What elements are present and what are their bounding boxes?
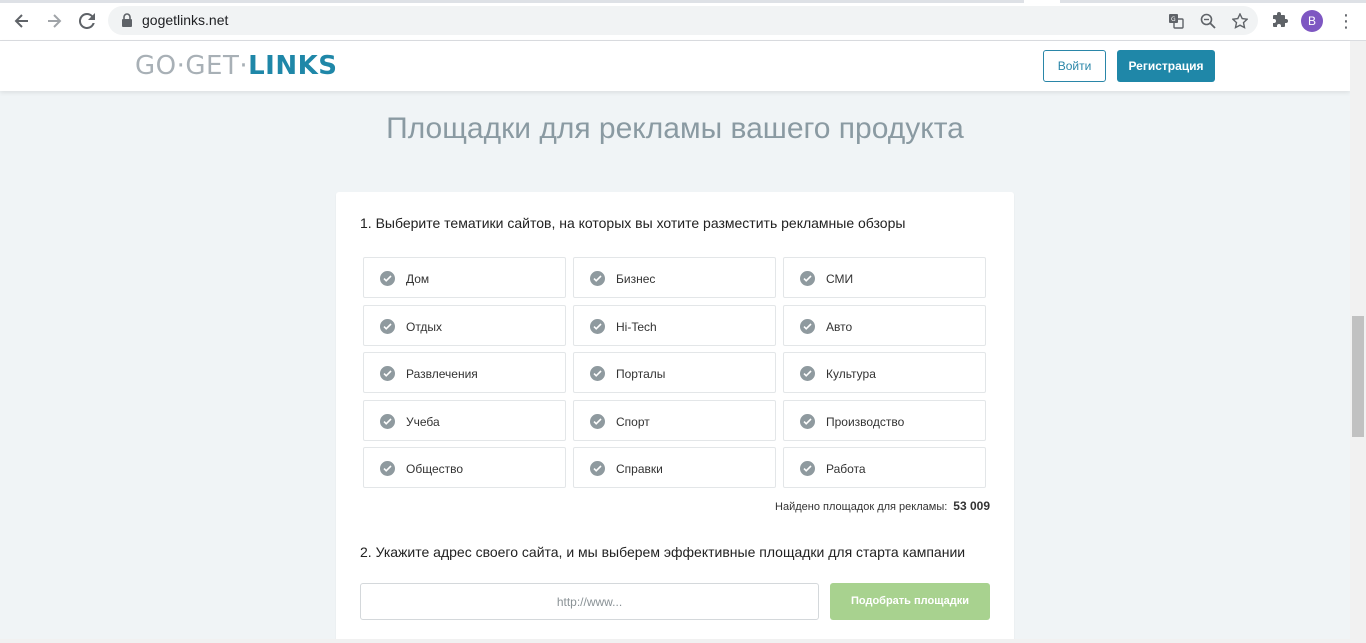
checkmark-icon [380, 366, 395, 381]
checkmark-icon [590, 318, 605, 334]
checkmark-icon [380, 318, 395, 334]
bottom-edge [0, 639, 1366, 643]
extensions-puzzle-icon[interactable] [1271, 11, 1289, 29]
topic-label: СМИ [826, 272, 854, 286]
lock-icon [122, 13, 132, 27]
scrollbar-thumb[interactable] [1352, 316, 1364, 437]
site-url-input[interactable] [360, 583, 819, 620]
topic-option[interactable]: Авто [783, 304, 986, 346]
topic-option[interactable]: Порталы [573, 352, 776, 393]
topic-label: Отдых [406, 319, 443, 334]
address-bar[interactable]: gogetlinks.net G [108, 6, 1258, 35]
topic-label: Hi-Tech [616, 319, 657, 334]
back-icon[interactable] [10, 9, 34, 33]
topic-option[interactable]: СМИ [783, 257, 986, 298]
topic-option[interactable]: Hi-Tech [573, 304, 776, 346]
step2-title: 2. Укажите адрес своего сайта, и мы выбе… [360, 544, 966, 560]
bookmark-star-icon[interactable] [1231, 12, 1249, 29]
topic-label: Развлечения [406, 367, 478, 381]
logo-text-bold: LINKS [248, 51, 338, 81]
browser-toolbar: gogetlinks.net G B ⋮ [0, 0, 1366, 41]
topic-label: Справки [616, 462, 663, 476]
forward-icon[interactable] [42, 9, 66, 33]
topic-label: Общество [406, 462, 464, 476]
topic-label: Учеба [406, 414, 440, 429]
topic-label: Бизнес [616, 272, 656, 286]
found-count: 53 009 [953, 499, 990, 513]
topic-option[interactable]: Дом [363, 257, 566, 298]
selection-card: 1. Выберите тематики сайтов, на которых … [336, 192, 1014, 643]
profile-avatar[interactable]: B [1301, 10, 1323, 32]
page-title: Площадки для рекламы вашего продукта [386, 112, 964, 145]
topic-option[interactable]: Культура [783, 352, 986, 393]
topic-label: Авто [826, 319, 853, 334]
found-counter: Найдено площадок для рекламы: 53 009 [775, 499, 990, 513]
topic-option[interactable]: Общество [363, 447, 566, 488]
page-scrollbar[interactable] [1350, 41, 1366, 639]
browser-menu-icon[interactable]: ⋮ [1337, 11, 1355, 31]
topic-option[interactable]: Бизнес [573, 257, 776, 298]
topic-label: Работа [826, 462, 866, 476]
translate-icon[interactable]: G [1168, 13, 1184, 29]
topic-option[interactable]: Работа [783, 447, 986, 488]
login-button[interactable]: Войти [1043, 50, 1106, 82]
checkmark-icon [800, 366, 815, 381]
url-text: gogetlinks.net [142, 12, 229, 28]
checkmark-icon [590, 366, 605, 381]
checkmark-icon [380, 271, 395, 286]
topic-option[interactable]: Производство [783, 399, 986, 441]
svg-text:G: G [1171, 16, 1176, 23]
topic-label: Спорт [616, 414, 650, 429]
topic-option[interactable]: Учеба [363, 399, 566, 441]
checkmark-icon [800, 271, 815, 286]
checkmark-icon [800, 413, 815, 429]
topic-option[interactable]: Отдых [363, 304, 566, 346]
register-button[interactable]: Регистрация [1117, 50, 1215, 82]
checkmark-icon [590, 413, 605, 429]
reload-icon[interactable] [75, 9, 99, 33]
step1-title: 1. Выберите тематики сайтов, на которых … [360, 215, 906, 231]
checkmark-icon [380, 413, 395, 429]
topic-option[interactable]: Справки [573, 447, 776, 488]
site-logo[interactable]: GO·GET·LINKS [135, 51, 337, 81]
checkmark-icon [590, 461, 605, 476]
topic-label: Дом [406, 272, 430, 286]
checkmark-icon [380, 461, 395, 476]
topic-label: Культура [826, 367, 876, 381]
topic-option[interactable]: Развлечения [363, 352, 566, 393]
topic-label: Порталы [616, 367, 666, 381]
active-tab[interactable] [1024, 0, 1060, 3]
found-label: Найдено площадок для рекламы: [775, 501, 948, 513]
zoom-icon[interactable] [1200, 13, 1216, 29]
checkmark-icon [590, 271, 605, 286]
tab-strip [0, 0, 1366, 3]
site-header: GO·GET·LINKS Войти Регистрация [0, 41, 1350, 91]
logo-text-light: GO·GET· [135, 51, 249, 81]
pick-sites-button[interactable]: Подобрать площадки [830, 583, 990, 620]
topic-label: Производство [826, 414, 905, 429]
checkmark-icon [800, 461, 815, 476]
checkmark-icon [800, 318, 815, 334]
topic-option[interactable]: Спорт [573, 399, 776, 441]
